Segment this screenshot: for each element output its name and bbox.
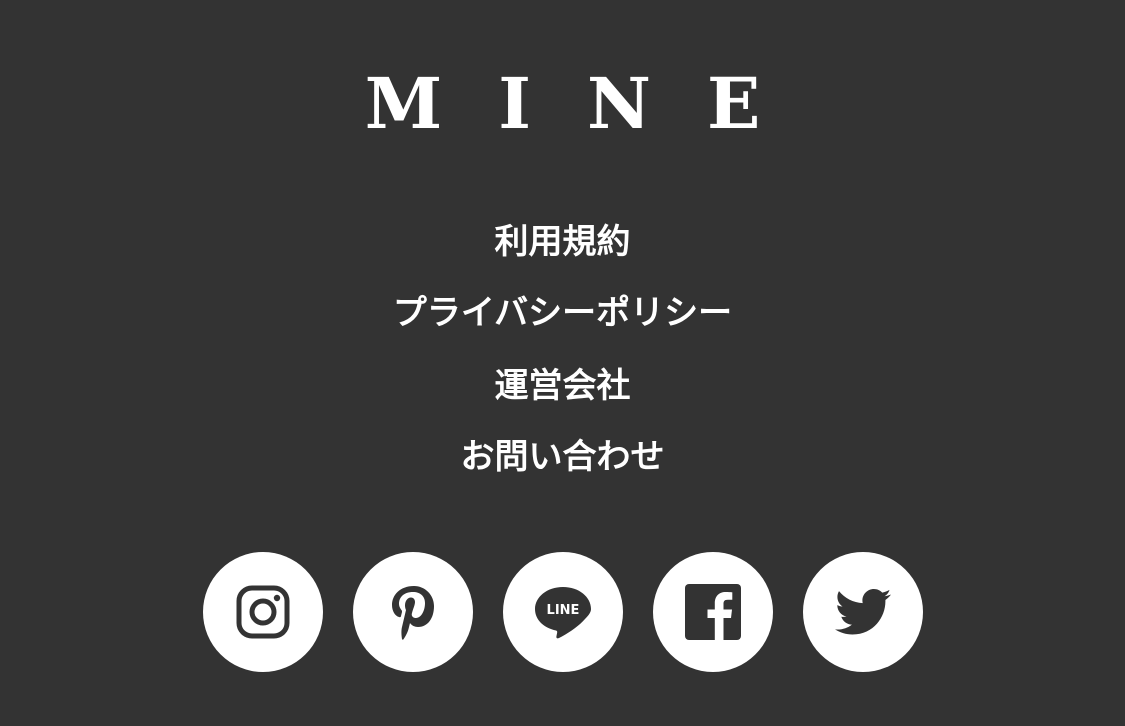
pinterest-button[interactable] bbox=[353, 552, 473, 672]
privacy-policy-link[interactable]: プライバシーポリシー bbox=[0, 291, 1125, 335]
brand-logo[interactable]: MINE bbox=[0, 62, 1125, 146]
company-link[interactable]: 運営会社 bbox=[0, 364, 1125, 408]
instagram-icon bbox=[236, 585, 290, 639]
pinterest-icon bbox=[392, 586, 434, 640]
line-icon: LINE bbox=[535, 587, 591, 639]
facebook-icon bbox=[685, 584, 741, 640]
facebook-button[interactable] bbox=[653, 552, 773, 672]
line-button[interactable]: LINE bbox=[503, 552, 623, 672]
instagram-button[interactable] bbox=[203, 552, 323, 672]
line-label: LINE bbox=[547, 603, 580, 618]
twitter-icon bbox=[835, 589, 891, 635]
logo-letter: I bbox=[498, 62, 531, 145]
twitter-button[interactable] bbox=[803, 552, 923, 672]
logo-letter: E bbox=[706, 62, 761, 145]
logo-letter: M bbox=[364, 62, 443, 145]
site-footer: MINE 利用規約 プライバシーポリシー 運営会社 お問い合わせ LINE bbox=[0, 0, 1125, 726]
social-links: LINE bbox=[203, 552, 923, 672]
logo-letter: N bbox=[586, 62, 651, 145]
contact-link[interactable]: お問い合わせ bbox=[0, 435, 1125, 479]
terms-link[interactable]: 利用規約 bbox=[0, 220, 1125, 264]
